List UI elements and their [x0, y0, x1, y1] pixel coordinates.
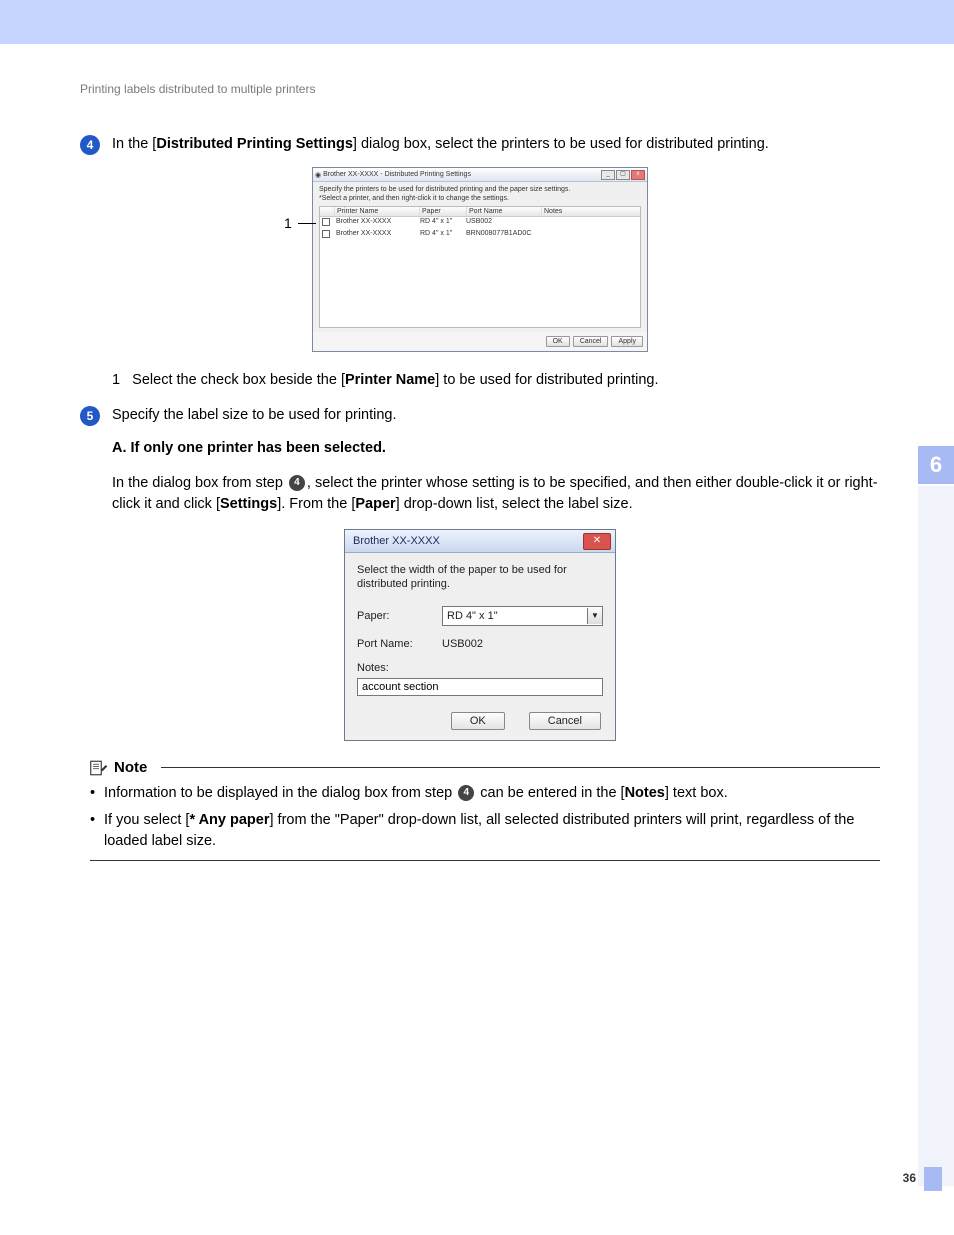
step-4-text: In the [Distributed Printing Settings] d…: [112, 134, 769, 155]
window-titlebar: ◉Brother XX-XXXX - Distributed Printing …: [313, 168, 647, 182]
row-checkbox[interactable]: [322, 230, 330, 238]
sidebar-ghost: [918, 486, 954, 1186]
cell-port: BRN008077B1AD0C: [464, 230, 538, 240]
notes-input[interactable]: [357, 678, 603, 696]
cell-notes: [538, 218, 640, 228]
note-rule: [161, 767, 880, 768]
txt: ]. From the [: [277, 496, 355, 512]
cell-paper: RD 4" x 1": [418, 218, 464, 228]
col-notes[interactable]: Notes: [542, 207, 640, 216]
port-label: Port Name:: [357, 638, 442, 650]
substep-1: 1 Select the check box beside the [Print…: [112, 370, 880, 391]
dialog-hint-2: *Select a printer, and then right-click …: [319, 195, 641, 202]
txt: Information to be displayed in the dialo…: [104, 785, 456, 801]
step-ref-4-icon: 4: [458, 785, 474, 801]
paper-bold: Paper: [355, 496, 395, 512]
chapter-tab: 6: [918, 446, 954, 484]
col-port[interactable]: Port Name: [467, 207, 542, 216]
txt: ] dialog box, select the printers to be …: [353, 136, 769, 152]
close-button[interactable]: ✕: [583, 533, 611, 550]
substep-num: 1: [112, 372, 120, 388]
cancel-button[interactable]: Cancel: [529, 712, 601, 730]
printer-name-bold: Printer Name: [345, 372, 435, 388]
row-checkbox[interactable]: [322, 218, 330, 226]
callout-line: [298, 223, 316, 224]
step-5: 5 Specify the label size to be used for …: [80, 405, 880, 426]
ok-button[interactable]: OK: [546, 336, 570, 347]
dialog-hint: Specify the printers to be used for dist…: [319, 186, 641, 193]
apply-button[interactable]: Apply: [611, 336, 643, 347]
note-item-2: If you select [* Any paper] from the "Pa…: [90, 810, 880, 852]
paper-select-value: RD 4" x 1": [447, 610, 498, 622]
page-number-accent: [924, 1167, 942, 1191]
cell-name: Brother XX-XXXX: [334, 230, 418, 240]
step-4: 4 In the [Distributed Printing Settings]…: [80, 134, 880, 155]
window-titlebar: Brother XX-XXXX ✕: [345, 530, 615, 553]
ok-button[interactable]: OK: [451, 712, 505, 730]
port-value: USB002: [442, 638, 483, 650]
minimize-button[interactable]: _: [601, 170, 615, 180]
breadcrumb: Printing labels distributed to multiple …: [80, 82, 880, 96]
window-title: Brother XX-XXXX - Distributed Printing S…: [323, 171, 471, 178]
app-icon: ◉: [315, 171, 321, 179]
notes-label: Notes:: [357, 662, 442, 674]
cancel-button[interactable]: Cancel: [573, 336, 609, 347]
note-item-1: Information to be displayed in the dialo…: [90, 783, 880, 804]
figure-printer-properties-dialog: Brother XX-XXXX ✕ Select the width of th…: [344, 529, 616, 741]
table-row[interactable]: Brother XX-XXXX RD 4" x 1" USB002: [320, 217, 640, 229]
section-a-heading: A. If only one printer has been selected…: [112, 440, 386, 456]
cell-name: Brother XX-XXXX: [334, 218, 418, 228]
txt: ] drop-down list, select the label size.: [396, 496, 633, 512]
txt: In the [: [112, 136, 156, 152]
notes-bold: Notes: [625, 785, 665, 801]
col-paper[interactable]: Paper: [420, 207, 467, 216]
txt: can be entered in the [: [476, 785, 624, 801]
chevron-down-icon: ▼: [587, 608, 602, 624]
dialog-description: Select the width of the paper to be used…: [357, 563, 603, 592]
settings-bold: Settings: [220, 496, 277, 512]
note-title: Note: [114, 759, 147, 776]
section-a-paragraph: In the dialog box from step 4, select th…: [112, 473, 880, 515]
paper-label: Paper:: [357, 610, 442, 622]
table-row[interactable]: Brother XX-XXXX RD 4" x 1" BRN008077B1AD…: [320, 229, 640, 241]
paper-select[interactable]: RD 4" x 1" ▼: [442, 606, 603, 626]
note-pencil-icon: [90, 759, 108, 777]
cell-paper: RD 4" x 1": [418, 230, 464, 240]
step-bullet-4: 4: [80, 135, 100, 155]
col-printer-name[interactable]: Printer Name: [335, 207, 420, 216]
note-block: Note Information to be displayed in the …: [90, 759, 880, 861]
step-bullet-5: 5: [80, 406, 100, 426]
callout-label-1: 1: [284, 215, 292, 231]
step-ref-4-icon: 4: [289, 475, 305, 491]
step-5-text: Specify the label size to be used for pr…: [112, 405, 397, 426]
note-bottom-rule: [90, 860, 880, 861]
txt: In the dialog box from step: [112, 475, 287, 491]
window-title: Brother XX-XXXX: [353, 535, 440, 547]
cell-port: USB002: [464, 218, 538, 228]
any-paper-bold: * Any paper: [189, 812, 269, 828]
maximize-button[interactable]: ▢: [616, 170, 630, 180]
txt: ] to be used for distributed printing.: [435, 372, 658, 388]
txt: Select the check box beside the [: [132, 372, 345, 388]
txt: If you select [: [104, 812, 189, 828]
txt: ] text box.: [665, 785, 728, 801]
cell-notes: [538, 230, 640, 240]
top-border-band: [0, 0, 954, 44]
page-number: 36: [903, 1171, 916, 1185]
printers-table: Printer Name Paper Port Name Notes Broth…: [319, 206, 641, 328]
close-button[interactable]: x: [631, 170, 645, 180]
figure-distributed-printing-dialog: 1 ◉Brother XX-XXXX - Distributed Printin…: [312, 167, 648, 352]
dist-print-settings-bold: Distributed Printing Settings: [156, 136, 353, 152]
